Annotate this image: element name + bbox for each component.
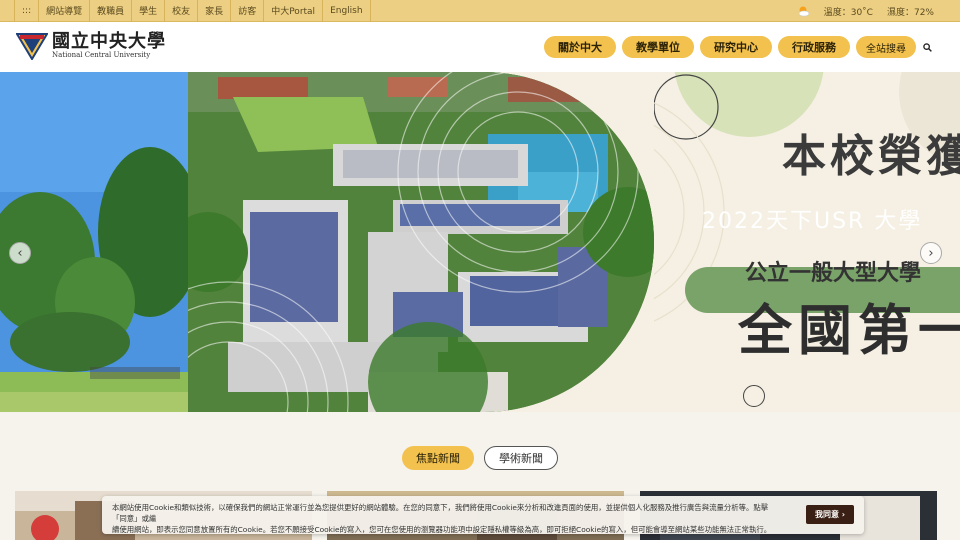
hero-headline-usr: 2022天下USR 大學 xyxy=(702,209,923,234)
carousel-pause-button[interactable] xyxy=(743,385,765,407)
partly-cloudy-icon xyxy=(798,6,810,17)
parents-link[interactable]: 家長 xyxy=(198,0,232,22)
nav-about[interactable]: 關於中大 xyxy=(544,36,616,58)
campus-aerial-photo xyxy=(188,72,654,412)
nav-academics[interactable]: 教學單位 xyxy=(622,36,694,58)
cookie-notice-text: 本網站使用Cookie和類似技術，以確保我們的網站正常運行並為您提供更好的網站體… xyxy=(112,502,782,535)
search-icon[interactable] xyxy=(923,43,932,52)
sitemap-link[interactable]: 網站導覽 xyxy=(39,0,91,22)
humidity-readout: 濕度：72% xyxy=(886,7,934,18)
logo-chinese-name: 國立中央大學 xyxy=(52,30,166,52)
cookie-notice-line-1: 本網站使用Cookie和類似技術，以確保我們的網站正常運行並為您提供更好的網站體… xyxy=(112,503,769,523)
hero-headline-award: 本校榮獲 xyxy=(782,131,960,182)
portal-link[interactable]: 中大Portal xyxy=(264,0,324,22)
cookie-consent-banner: 本網站使用Cookie和類似技術，以確保我們的網站正常運行並為您提供更好的網站體… xyxy=(102,496,864,534)
temperature-readout: 溫度：30˚C xyxy=(823,7,873,18)
accesskey-link[interactable]: ::: xyxy=(14,0,40,22)
alumni-link[interactable]: 校友 xyxy=(165,0,199,22)
carousel-prev-button[interactable]: ‹ xyxy=(9,242,31,264)
main-nav: 關於中大 教學單位 研究中心 行政服務 全站搜尋 xyxy=(544,36,916,58)
weather-widget: 溫度：30˚C 濕度：72% xyxy=(796,0,934,22)
logo-english-name: National Central University xyxy=(52,50,151,59)
ncu-logo[interactable]: 國立中央大學 National Central University xyxy=(16,32,166,60)
hero-headline-category: 公立一般大型大學 xyxy=(745,261,922,286)
campus-trees-image xyxy=(0,72,202,412)
faculty-link[interactable]: 教職員 xyxy=(90,0,133,22)
news-tabs: 焦點新聞 學術新聞 xyxy=(0,446,960,470)
cookie-notice-line-2: 續使用網站，即表示您同意放置所有的Cookie。若您不願接受Cookie的寫入，… xyxy=(112,525,772,534)
cookie-accept-button[interactable]: 我同意 › xyxy=(806,505,854,524)
site-header: 國立中央大學 National Central University 關於中大 … xyxy=(0,22,960,72)
tab-featured-news[interactable]: 焦點新聞 xyxy=(402,446,474,470)
visitors-link[interactable]: 訪客 xyxy=(231,0,265,22)
hero-headline-rank: 全國第一 xyxy=(738,299,960,362)
nav-research[interactable]: 研究中心 xyxy=(700,36,772,58)
students-link[interactable]: 學生 xyxy=(132,0,166,22)
english-link[interactable]: English xyxy=(323,0,371,22)
site-search-button[interactable]: 全站搜尋 xyxy=(856,36,916,58)
carousel-next-button[interactable]: › xyxy=(920,242,942,264)
tab-academic-news[interactable]: 學術新聞 xyxy=(484,446,558,470)
ncu-emblem-icon xyxy=(16,33,48,60)
nav-administration[interactable]: 行政服務 xyxy=(778,36,850,58)
